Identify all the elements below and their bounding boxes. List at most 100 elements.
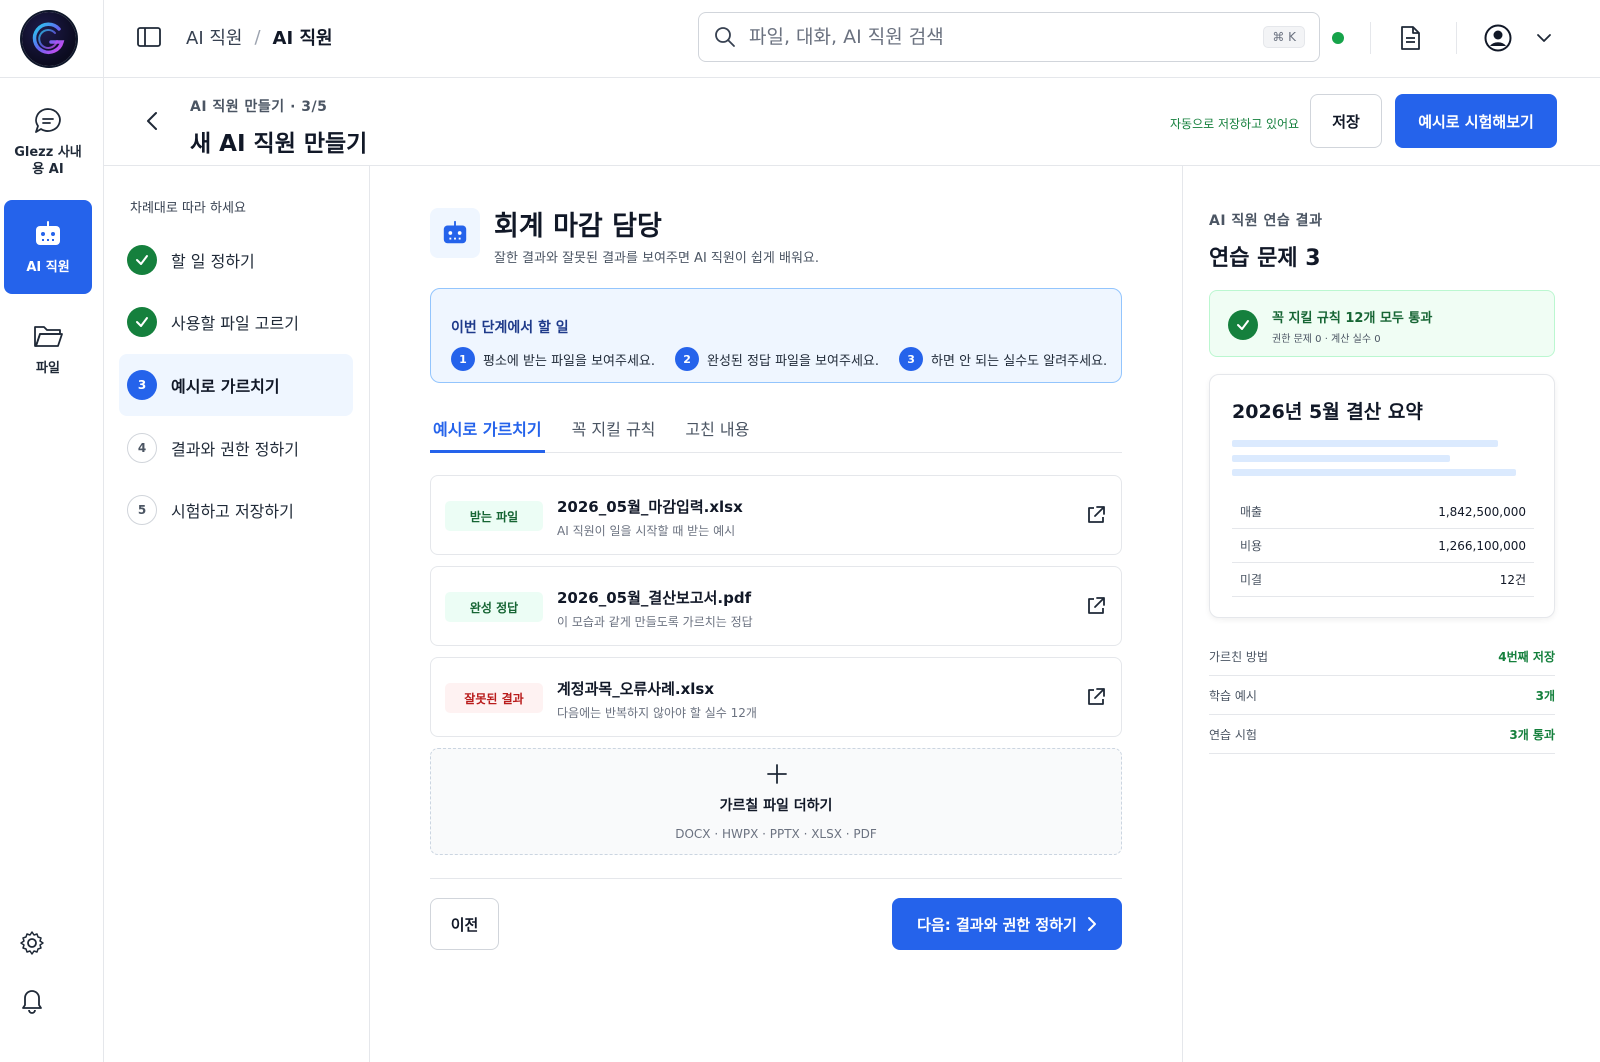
try-with-example-button[interactable]: 예시로 시험해보기	[1395, 94, 1557, 148]
save-button[interactable]: 저장	[1310, 94, 1382, 148]
content-tabs: 예시로 가르치기 꼭 지킬 규칙 고친 내용	[430, 412, 1122, 453]
text-placeholder-line	[1232, 455, 1450, 462]
dropzone-title: 가르칠 파일 더하기	[719, 798, 833, 814]
breadcrumb: AI 직원 / AI 직원	[186, 24, 333, 50]
step-item-choose-files[interactable]: 사용할 파일 고르기	[119, 291, 353, 353]
left-rail: Glezz 사내용 AI AI 직원 파일	[0, 0, 104, 1062]
rail-item-glezz-ai[interactable]: Glezz 사내용 AI	[4, 100, 92, 186]
external-link-icon[interactable]	[1085, 686, 1107, 708]
file-type-badge: 잘못된 결과	[445, 683, 543, 713]
file-description: 다음에는 반복하지 않아야 할 실수 12개	[557, 706, 757, 720]
stat-row: 연습 시험 3개 통과	[1209, 715, 1555, 754]
row-value: 1,842,500,000	[1438, 504, 1526, 519]
rail-item-label: AI 직원	[26, 259, 70, 275]
step-label: 할 일 정하기	[171, 252, 255, 271]
divider	[430, 878, 1122, 879]
todo-text: 완성된 정답 파일을 보여주세요.	[707, 353, 880, 369]
chevron-down-icon[interactable]	[1528, 22, 1560, 54]
step-number: 5	[127, 495, 157, 525]
sidebar-toggle-icon[interactable]	[136, 24, 162, 50]
row-key: 비용	[1240, 539, 1263, 553]
add-file-dropzone[interactable]: 가르칠 파일 더하기 DOCX · HWPX · PPTX · XLSX · P…	[430, 748, 1122, 855]
external-link-icon[interactable]	[1085, 504, 1107, 526]
step-item-test-save[interactable]: 5 시험하고 저장하기	[119, 479, 353, 541]
search-icon	[715, 27, 735, 47]
file-card-wrong[interactable]: 잘못된 결과 계정과목_오류사례.xlsx 다음에는 반복하지 않아야 할 실수…	[430, 657, 1122, 737]
agent-description: 잘한 결과와 잘못된 결과를 보여주면 AI 직원이 쉽게 배워요.	[494, 251, 819, 266]
external-link-icon[interactable]	[1085, 595, 1107, 617]
panel-title: 연습 문제 3	[1209, 246, 1321, 271]
user-avatar-icon[interactable]	[1482, 22, 1514, 54]
settings-gear-icon[interactable]	[18, 929, 46, 957]
step-item-teach-by-example[interactable]: 3 예시로 가르치기	[119, 354, 353, 416]
step-label: 예시로 가르치기	[171, 377, 280, 396]
step-item-results-permissions[interactable]: 4 결과와 권한 정하기	[119, 417, 353, 479]
stat-key: 연습 시험	[1209, 727, 1257, 742]
stat-row: 가르친 방법 4번째 저장	[1209, 637, 1555, 676]
file-type-badge: 받는 파일	[445, 501, 543, 531]
logo-area	[0, 0, 103, 78]
dropzone-file-types: DOCX · HWPX · PPTX · XLSX · PDF	[675, 827, 877, 841]
summary-row: 매출 1,842,500,000	[1232, 495, 1534, 529]
file-type-badge: 완성 정답	[445, 592, 543, 622]
stat-value: 3개	[1535, 688, 1555, 703]
tab-teach-by-example[interactable]: 예시로 가르치기	[430, 412, 545, 453]
todo-number: 3	[899, 347, 924, 371]
step-progress-label: AI 직원 만들기 · 3/5	[190, 99, 328, 115]
row-key: 매출	[1240, 505, 1263, 519]
file-name: 계정과목_오류사례.xlsx	[557, 680, 715, 698]
global-search[interactable]: ⌘ K	[698, 12, 1320, 62]
row-value: 12건	[1499, 573, 1526, 587]
next-step-button[interactable]: 다음: 결과와 권한 정하기	[892, 898, 1122, 950]
autosave-status: 자동으로 저장하고 있어요	[1170, 117, 1300, 131]
step-todo-callout: 이번 단계에서 할 일 1 평소에 받는 파일을 보여주세요. 2 완성된 정답…	[430, 288, 1122, 383]
search-input[interactable]	[749, 26, 1264, 48]
chevron-right-icon	[1087, 917, 1096, 931]
result-document-preview[interactable]: 2026년 5월 결산 요약 매출 1,842,500,000 비용 1,266…	[1209, 374, 1555, 618]
previous-button[interactable]: 이전	[430, 898, 499, 950]
step-item-define-task[interactable]: 할 일 정하기	[119, 229, 353, 291]
file-card-input[interactable]: 받는 파일 2026_05월_마감입력.xlsx AI 직원이 일을 시작할 때…	[430, 475, 1122, 555]
tab-changes[interactable]: 고친 내용	[682, 412, 752, 453]
search-shortcut-badge: ⌘ K	[1263, 26, 1305, 48]
pass-status-box: 꼭 지킬 규칙 12개 모두 통과 권한 문제 0 · 계산 실수 0	[1209, 290, 1555, 357]
divider	[1370, 22, 1371, 54]
step-number: 4	[127, 433, 157, 463]
rail-item-label: 파일	[36, 361, 60, 376]
summary-row: 미결 12건	[1232, 563, 1534, 597]
page-title: 새 AI 직원 만들기	[190, 131, 368, 157]
breadcrumb-item[interactable]: AI 직원	[186, 24, 242, 50]
todo-list: 1 평소에 받는 파일을 보여주세요. 2 완성된 정답 파일을 보여주세요. …	[451, 347, 1107, 371]
practice-results-panel: AI 직원 연습 결과 연습 문제 3 꼭 지킬 규칙 12개 모두 통과 권한…	[1182, 166, 1600, 1062]
summary-row: 비용 1,266,100,000	[1232, 529, 1534, 563]
stat-key: 학습 예시	[1209, 688, 1257, 703]
file-card-answer[interactable]: 완성 정답 2026_05월_결산보고서.pdf 이 모습과 같게 만들도록 가…	[430, 566, 1122, 646]
todo-number: 2	[675, 347, 700, 371]
todo-text: 하면 안 되는 실수도 알려주세요.	[931, 353, 1108, 369]
back-chevron-icon[interactable]	[140, 108, 166, 134]
stat-value: 4번째 저장	[1498, 649, 1555, 664]
document-icon[interactable]	[1394, 22, 1426, 54]
stat-key: 가르친 방법	[1209, 649, 1269, 664]
row-key: 미결	[1240, 573, 1263, 587]
wizard-steps: 차례대로 따라 하세요 할 일 정하기 사용할 파일 고르기 3 예시로 가르치…	[104, 166, 370, 1062]
rail-item-label: Glezz 사내용 AI	[14, 145, 82, 177]
todo-item: 2 완성된 정답 파일을 보여주세요.	[675, 347, 879, 371]
notification-bell-icon[interactable]	[18, 986, 46, 1014]
glezz-logo-icon[interactable]	[22, 11, 76, 66]
file-name: 2026_05월_결산보고서.pdf	[557, 589, 752, 607]
todo-text: 평소에 받는 파일을 보여주세요.	[483, 353, 656, 369]
step-label: 시험하고 저장하기	[171, 502, 294, 521]
next-step-label: 다음: 결과와 권한 정하기	[917, 915, 1077, 934]
step-number: 3	[127, 370, 157, 400]
text-placeholder-line	[1232, 440, 1498, 447]
step-label: 결과와 권한 정하기	[171, 440, 299, 459]
pass-title: 꼭 지킬 규칙 12개 모두 통과	[1272, 311, 1433, 326]
stat-row: 학습 예시 3개	[1209, 676, 1555, 715]
tab-rules[interactable]: 꼭 지킬 규칙	[569, 412, 659, 453]
folder-icon	[34, 326, 63, 347]
rail-item-files[interactable]: 파일	[4, 322, 92, 388]
check-icon	[127, 245, 157, 275]
breadcrumb-current: AI 직원	[272, 28, 333, 49]
rail-item-ai-staff[interactable]: AI 직원	[4, 200, 92, 294]
